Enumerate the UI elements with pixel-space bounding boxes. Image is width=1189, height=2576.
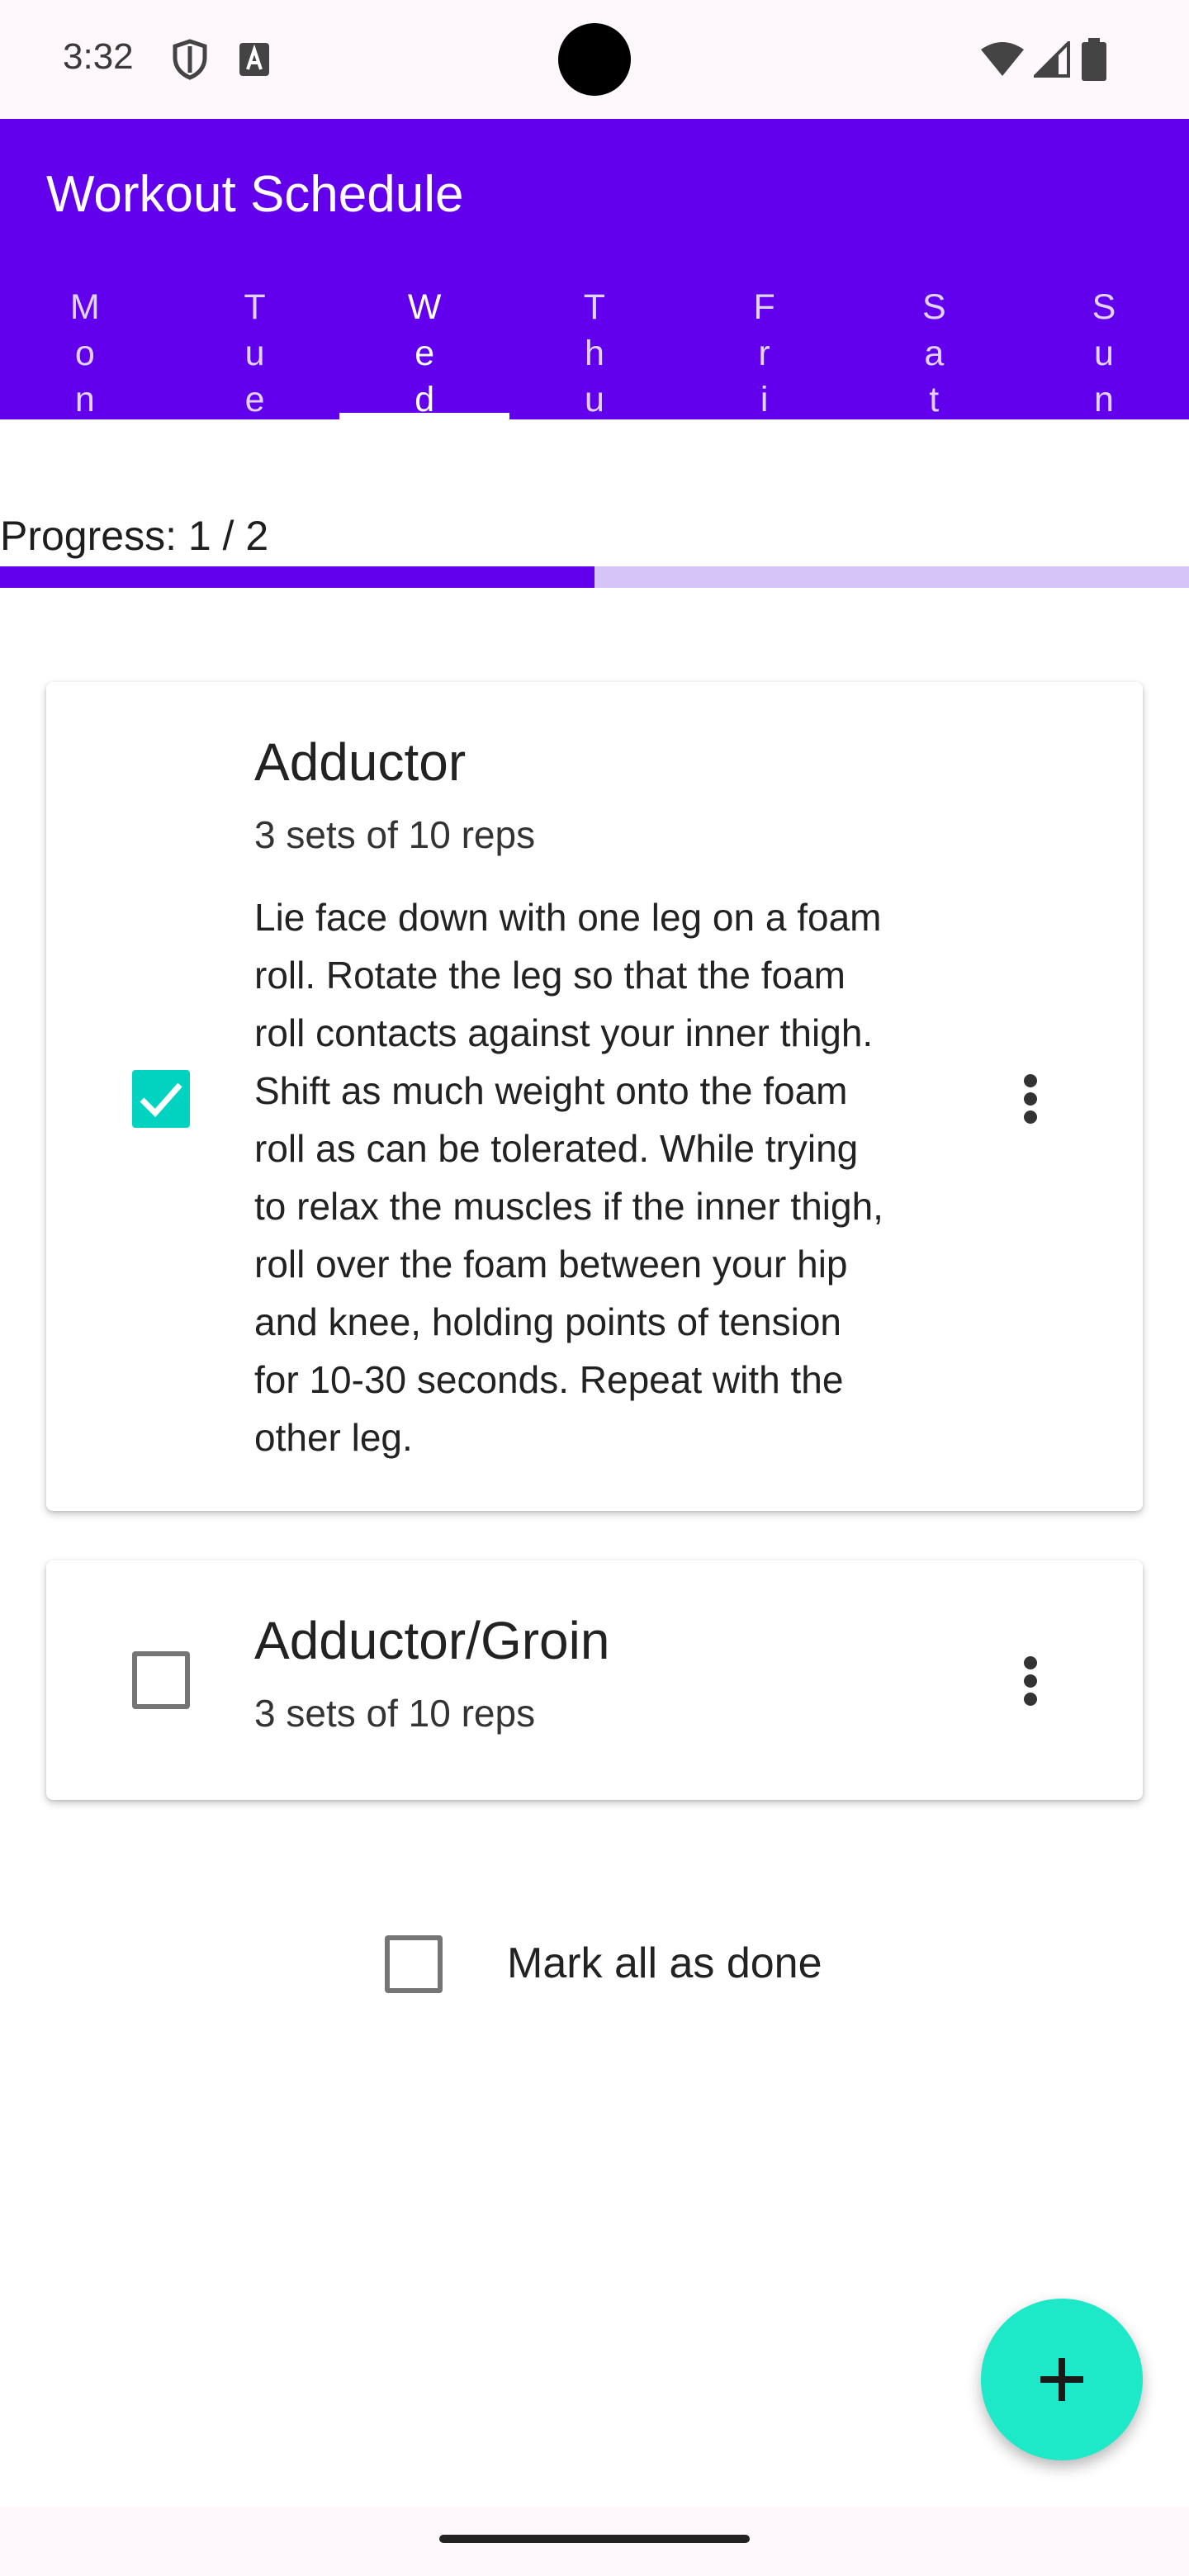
description-line: roll. Rotate the leg so that the foam — [254, 954, 846, 997]
tab-letter: e — [244, 380, 265, 419]
progress-fill — [0, 566, 594, 588]
camera-cutout — [558, 23, 631, 96]
tab-letter: u — [584, 380, 604, 419]
description-line: Shift as much weight onto the foam — [254, 1069, 848, 1112]
more-options-button[interactable] — [1006, 1640, 1055, 1722]
tab-letter: W — [407, 287, 442, 327]
exercise-description: Lie face down with one leg on a foam rol… — [254, 888, 981, 1466]
tab-letter: t — [929, 380, 940, 419]
tab-letter: o — [74, 334, 95, 373]
exercise-title: Adductor — [254, 732, 467, 792]
tab-letter: h — [584, 334, 604, 373]
app-title: Workout Schedule — [46, 166, 464, 223]
gesture-handle[interactable] — [439, 2535, 750, 2543]
wifi-icon — [981, 42, 1024, 76]
exercise-title: Adductor/Groin — [254, 1611, 610, 1670]
add-exercise-button[interactable] — [981, 2299, 1143, 2460]
tab-letter: M — [69, 287, 100, 327]
check-icon — [140, 1082, 182, 1118]
more-vert-icon — [1024, 1074, 1037, 1087]
more-vert-icon — [1024, 1110, 1037, 1124]
tab-letter: n — [1094, 380, 1114, 419]
exercise-card: Adductor/Groin 3 sets of 10 reps — [46, 1560, 1143, 1800]
tab-letter: n — [74, 380, 95, 419]
progress-bar — [0, 566, 1189, 588]
exercise-checkbox-checked[interactable] — [132, 1070, 190, 1128]
tab-fri[interactable]: F r i — [680, 277, 850, 419]
tab-letter: T — [244, 287, 266, 327]
plus-icon — [1040, 2358, 1083, 2401]
description-line: roll over the foam between your hip — [254, 1243, 848, 1286]
tab-letter: S — [1092, 287, 1116, 327]
more-options-button[interactable] — [1006, 1058, 1055, 1140]
description-line: to relax the muscles if the inner thigh, — [254, 1185, 883, 1228]
mark-all-checkbox[interactable] — [385, 1935, 443, 1993]
exercise-card: Adductor 3 sets of 10 reps Lie face down… — [46, 682, 1143, 1511]
progress-label: Progress: 1 / 2 — [0, 513, 269, 559]
tab-indicator — [339, 413, 510, 419]
status-bar: 3:32 — [0, 0, 1189, 119]
screen: 3:32 Workout Schedule M o n T u e W e d … — [0, 0, 1189, 2576]
exercise-checkbox[interactable] — [132, 1651, 190, 1709]
description-line: roll contacts against your inner thigh. — [254, 1011, 874, 1054]
description-line: for 10-30 seconds. Repeat with the — [254, 1358, 844, 1401]
shield-icon — [173, 39, 207, 80]
exercise-sets: 3 sets of 10 reps — [254, 813, 536, 856]
battery-icon — [1082, 38, 1106, 81]
tab-sat[interactable]: S a t — [849, 277, 1019, 419]
more-vert-icon — [1024, 1693, 1037, 1706]
tab-letter: u — [244, 334, 265, 373]
description-line: roll as can be tolerated. While trying — [254, 1127, 859, 1170]
description-line: Lie face down with one leg on a foam — [254, 896, 882, 939]
tab-mon[interactable]: M o n — [0, 277, 170, 419]
tab-sun[interactable]: S u n — [1019, 277, 1189, 419]
tab-letter: r — [758, 334, 770, 373]
tab-letter: i — [760, 380, 769, 419]
more-vert-icon — [1024, 1674, 1037, 1688]
exercise-sets: 3 sets of 10 reps — [254, 1692, 536, 1735]
tab-letter: u — [1094, 334, 1114, 373]
more-vert-icon — [1024, 1656, 1037, 1669]
tab-letter: T — [583, 287, 606, 327]
more-vert-icon — [1024, 1092, 1037, 1106]
tab-letter: e — [414, 334, 435, 373]
description-line: other leg. — [254, 1416, 413, 1459]
signal-icon — [1034, 41, 1070, 78]
tab-letter: F — [753, 287, 775, 327]
font-a-icon — [239, 43, 269, 76]
tab-wed[interactable]: W e d — [339, 277, 510, 419]
tab-tue[interactable]: T u e — [170, 277, 340, 419]
mark-all-label[interactable]: Mark all as done — [507, 1939, 822, 1988]
tab-letter: S — [921, 287, 946, 327]
status-time: 3:32 — [63, 36, 134, 77]
description-line: and knee, holding points of tension — [254, 1300, 841, 1343]
day-tabs: M o n T u e W e d T h u F r i S a t S u … — [0, 277, 1189, 419]
tab-thu[interactable]: T h u — [509, 277, 680, 419]
tab-letter: a — [924, 334, 945, 373]
